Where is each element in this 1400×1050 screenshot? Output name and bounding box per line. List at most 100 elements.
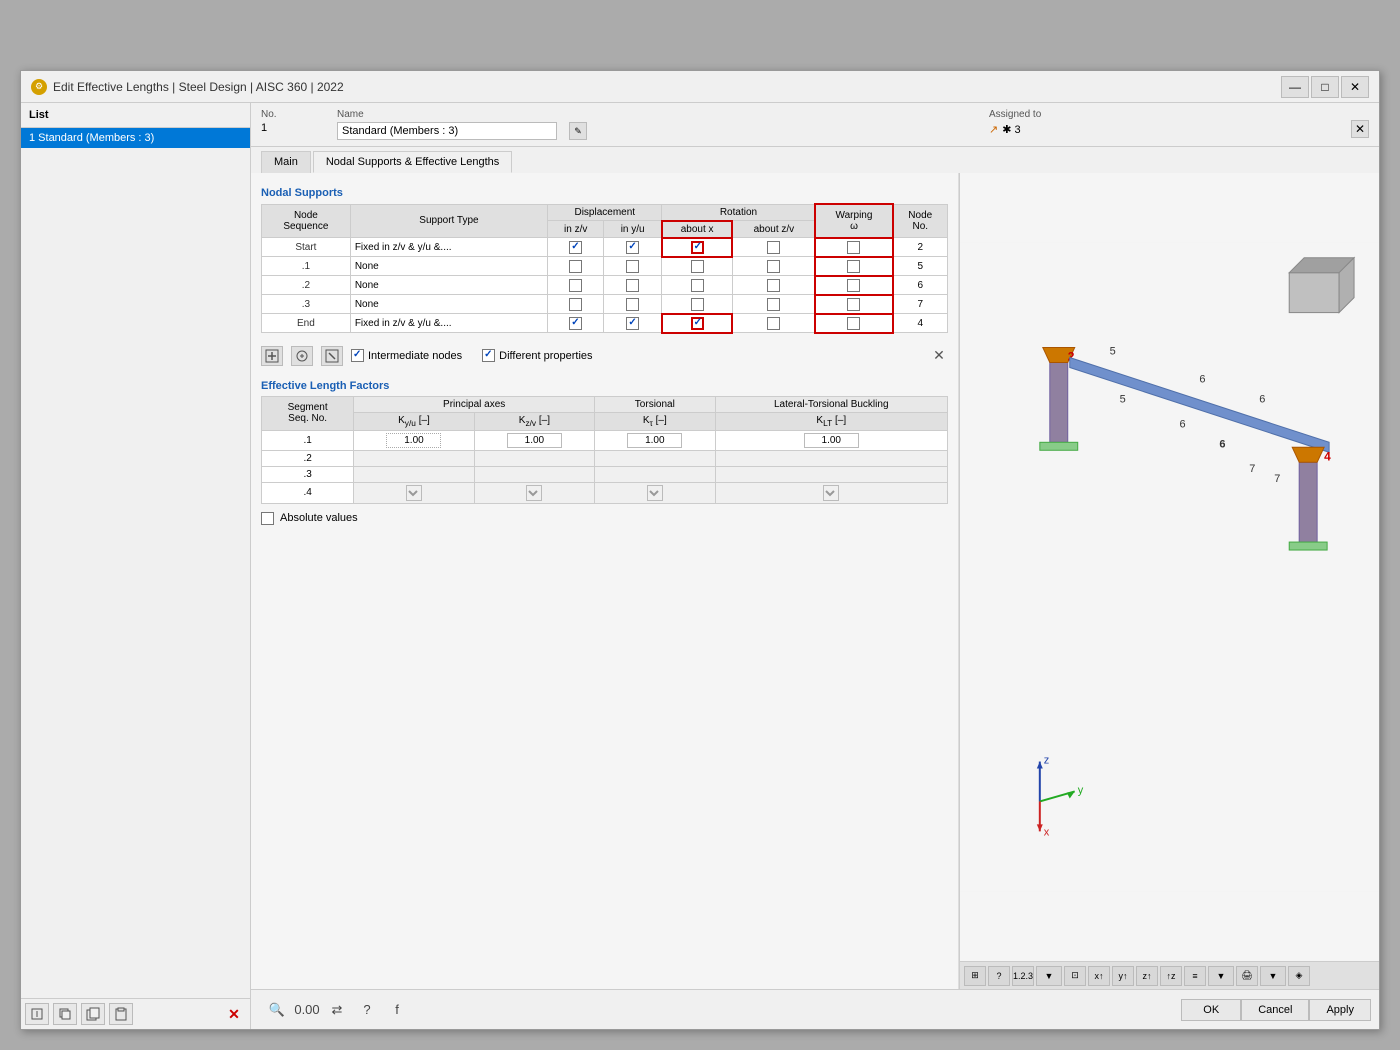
support-2[interactable]: None (350, 276, 547, 295)
support-3[interactable]: None (350, 295, 547, 314)
ok-button[interactable]: OK (1181, 999, 1241, 1021)
rot-z-start[interactable] (732, 238, 815, 257)
right-panel: No. 1 Name ✎ Assigned to ↗ (251, 103, 1379, 1029)
list-item[interactable]: 1 Standard (Members : 3) (21, 128, 250, 148)
view-btn-13[interactable]: ▼ (1260, 966, 1286, 986)
select-klt-4[interactable]: ▼ (823, 485, 839, 501)
eff-kt-1[interactable] (595, 430, 715, 450)
bottom-icon-4[interactable]: ? (355, 999, 379, 1021)
cb-warp-end[interactable] (847, 317, 860, 330)
assigned-value-text: ✱ 3 (1002, 123, 1020, 136)
close-button[interactable]: ✕ (1341, 76, 1369, 98)
support-end[interactable]: Fixed in z/v & y/u &.... (350, 314, 547, 333)
different-props-label[interactable]: Different properties (482, 349, 592, 362)
view-btn-2[interactable]: ? (988, 966, 1010, 986)
cb-rot-x-2[interactable] (691, 279, 704, 292)
different-props-cb[interactable] (482, 349, 495, 362)
view-btn-3[interactable]: 1.2.3 (1012, 966, 1034, 986)
bottom-icon-3[interactable]: ⇄ (325, 999, 349, 1021)
intermediate-nodes-label[interactable]: Intermediate nodes (351, 349, 462, 362)
eff-kzv-1[interactable] (474, 430, 594, 450)
cb-rot-x-end[interactable] (691, 317, 704, 330)
cb-rot-x-1[interactable] (691, 260, 704, 273)
input-kyv-1[interactable] (386, 433, 441, 448)
cb-warp-start[interactable] (847, 241, 860, 254)
view-panel: 2 5 6 6 (959, 173, 1379, 989)
cb-disp-y-2[interactable] (626, 279, 639, 292)
tool-add-btn[interactable] (261, 346, 283, 366)
cb-disp-z-end[interactable] (569, 317, 582, 330)
cb-disp-y-1[interactable] (626, 260, 639, 273)
input-kt-1[interactable] (627, 433, 682, 448)
cb-rot-z-3[interactable] (767, 298, 780, 311)
tool-del-btn[interactable] (321, 346, 343, 366)
rot-x-start[interactable] (662, 238, 732, 257)
input-kzv-1[interactable] (507, 433, 562, 448)
select-kt-4[interactable]: ▼ (647, 485, 663, 501)
cb-rot-z-end[interactable] (767, 317, 780, 330)
copy-button[interactable] (81, 1003, 105, 1025)
edit-name-button[interactable]: ✎ (569, 122, 587, 140)
eff-kyv-1[interactable] (354, 430, 474, 450)
support-1[interactable]: None (350, 257, 547, 276)
cb-disp-y-end[interactable] (626, 317, 639, 330)
duplicate-button[interactable] (53, 1003, 77, 1025)
cb-disp-y-3[interactable] (626, 298, 639, 311)
select-kyv-4[interactable]: ▼ (406, 485, 422, 501)
cb-warp-3[interactable] (847, 298, 860, 311)
support-start[interactable]: Fixed in z/v & y/u &.... (350, 238, 547, 257)
name-input[interactable] (337, 122, 557, 140)
cb-rot-x-3[interactable] (691, 298, 704, 311)
cancel-button[interactable]: Cancel (1241, 999, 1309, 1021)
cb-warp-1[interactable] (847, 260, 860, 273)
view-btn-4[interactable]: ▼ (1036, 966, 1062, 986)
bottom-icon-2[interactable]: 0.00 (295, 999, 319, 1021)
assigned-delete-button[interactable]: ✕ (1351, 120, 1369, 138)
cb-warp-2[interactable] (847, 279, 860, 292)
cb-rot-z-2[interactable] (767, 279, 780, 292)
nodal-row-start: Start Fixed in z/v & y/u &.... 2 (262, 238, 948, 257)
cb-disp-z-1[interactable] (569, 260, 582, 273)
absolute-values-cb[interactable] (261, 512, 274, 525)
add-button[interactable] (25, 1003, 49, 1025)
input-klt-1[interactable] (804, 433, 859, 448)
cb-disp-z-start[interactable] (569, 241, 582, 254)
intermediate-nodes-cb[interactable] (351, 349, 364, 362)
view-btn-9[interactable]: ↑z (1160, 966, 1182, 986)
tool-ref-btn[interactable] (291, 346, 313, 366)
disp-y-start[interactable] (604, 238, 662, 257)
maximize-button[interactable]: □ (1311, 76, 1339, 98)
cb-disp-z-2[interactable] (569, 279, 582, 292)
tab-main[interactable]: Main (261, 151, 311, 173)
disp-z-start[interactable] (548, 238, 604, 257)
view-btn-1[interactable]: ⊞ (964, 966, 986, 986)
cb-disp-y-start[interactable] (626, 241, 639, 254)
view-btn-render[interactable]: ◈ (1288, 966, 1310, 986)
view-btn-11[interactable]: ▼ (1208, 966, 1234, 986)
cb-rot-z-1[interactable] (767, 260, 780, 273)
view-btn-7[interactable]: y↑ (1112, 966, 1134, 986)
cb-disp-z-3[interactable] (569, 298, 582, 311)
cb-rot-z-start[interactable] (767, 241, 780, 254)
bottom-icon-1[interactable]: 🔍 (265, 999, 289, 1021)
view-btn-10[interactable]: ≡ (1184, 966, 1206, 986)
view-btn-12[interactable]: 🖨 (1236, 966, 1258, 986)
th-lateral: Lateral-Torsional Buckling (715, 396, 947, 412)
svg-text:7: 7 (1274, 473, 1280, 485)
paste-button[interactable] (109, 1003, 133, 1025)
minimize-button[interactable]: — (1281, 76, 1309, 98)
absolute-values-label: Absolute values (280, 512, 358, 524)
bottom-icon-5[interactable]: f (385, 999, 409, 1021)
cb-rot-x-start[interactable] (691, 241, 704, 254)
view-btn-5[interactable]: ⊡ (1064, 966, 1086, 986)
view-btn-6[interactable]: x↑ (1088, 966, 1110, 986)
close-toolbar-button[interactable]: ✕ (930, 347, 948, 365)
eff-klt-1[interactable] (715, 430, 947, 450)
apply-button[interactable]: Apply (1309, 999, 1371, 1021)
view-btn-8[interactable]: z↑ (1136, 966, 1158, 986)
tab-nodal[interactable]: Nodal Supports & Effective Lengths (313, 151, 512, 173)
select-kzv-4[interactable]: ▼ (526, 485, 542, 501)
delete-button[interactable]: ✕ (222, 1003, 246, 1025)
warp-start[interactable] (815, 238, 892, 257)
th-node-seq: NodeSequence (262, 204, 351, 238)
